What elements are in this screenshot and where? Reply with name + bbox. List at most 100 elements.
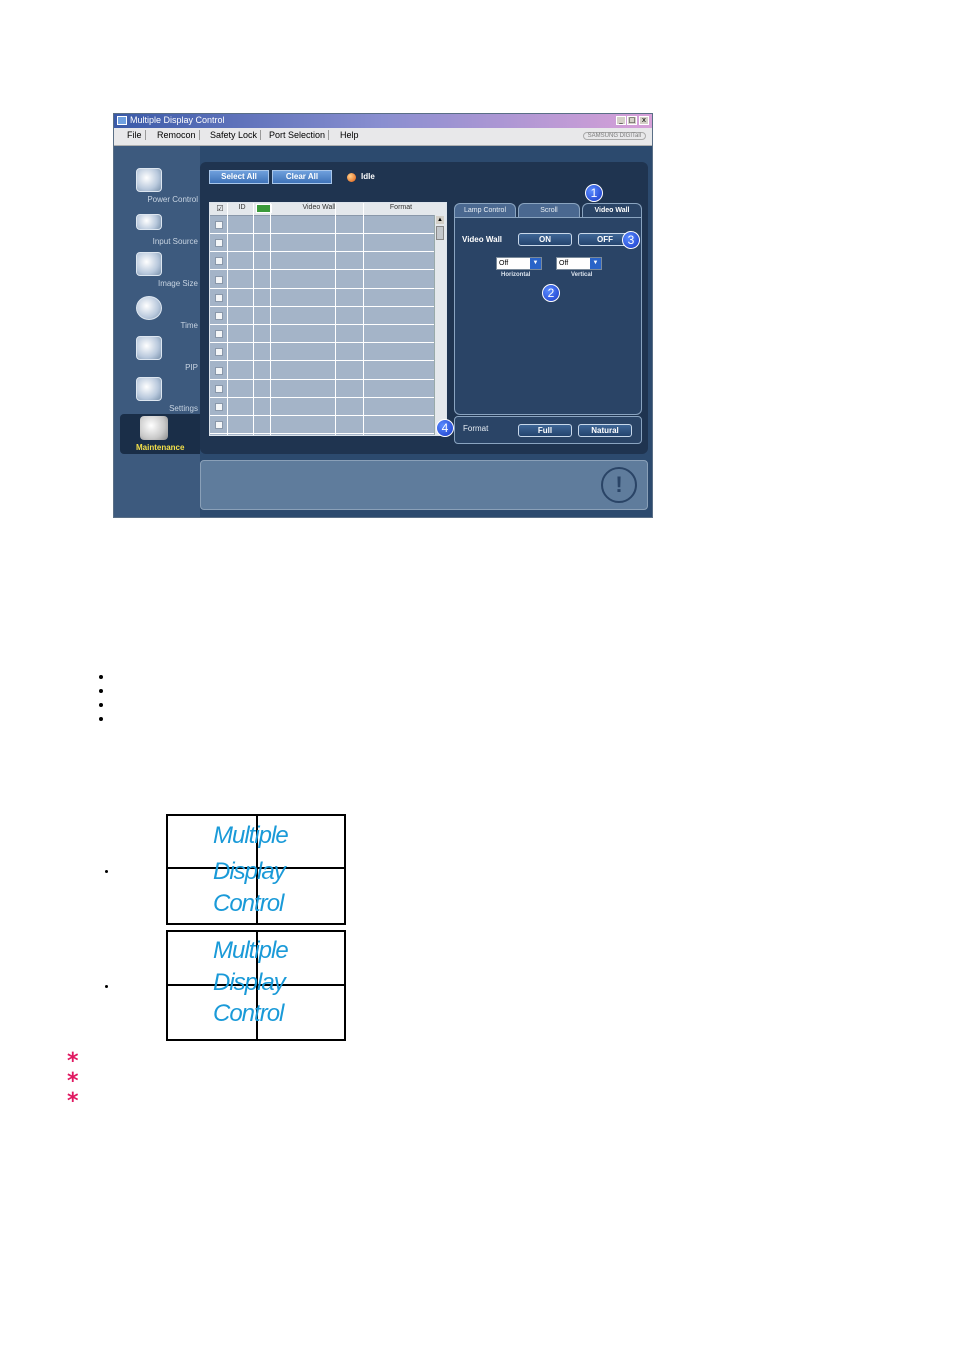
illustration-text: Display	[213, 969, 286, 996]
table-row[interactable]	[210, 252, 434, 271]
table-row[interactable]	[210, 362, 434, 380]
table-row[interactable]	[210, 271, 434, 289]
select-all-checkbox-header[interactable]: ☑	[214, 204, 226, 213]
vertical-label: Vertical	[571, 272, 593, 278]
sidebar-item-maintenance[interactable]: Maintenance	[120, 414, 200, 454]
table-row[interactable]	[210, 380, 434, 398]
format-full-button[interactable]: Full	[518, 424, 572, 437]
bullet-point	[99, 675, 103, 679]
vertical-select-value: Off	[559, 260, 569, 267]
vertical-select[interactable]: Off ▼	[556, 257, 602, 270]
sidebar-item-label: Power Control	[147, 195, 198, 204]
sidebar-item-label: Input Source	[152, 237, 198, 246]
status-text: Idle	[361, 172, 375, 181]
row-checkbox[interactable]	[215, 403, 223, 411]
sidebar-item-pip[interactable]: PIP	[120, 336, 198, 372]
table-row[interactable]	[210, 307, 434, 325]
menu-remocon[interactable]: Remocon	[154, 130, 200, 140]
sidebar-item-power-control[interactable]: Power Control	[120, 168, 198, 204]
title-bar: Multiple Display Control _ □ x	[114, 114, 652, 128]
table-row[interactable]	[210, 343, 434, 362]
table-row[interactable]	[210, 416, 434, 435]
sidebar-item-input-source[interactable]: Input Source	[120, 212, 198, 246]
bullet-point	[105, 870, 108, 873]
video-wall-full-illustration: Multiple Display Control	[166, 814, 346, 925]
format-label: Format	[463, 424, 489, 433]
note-star-icon: *	[67, 1089, 79, 1114]
status-indicator-icon	[347, 173, 356, 182]
clock-icon	[136, 296, 162, 320]
video-wall-panel	[454, 217, 642, 415]
bullet-point	[99, 717, 103, 721]
close-button[interactable]: x	[639, 116, 649, 125]
app-window: Multiple Display Control _ □ x File Remo…	[113, 113, 653, 518]
row-checkbox[interactable]	[215, 330, 223, 339]
row-checkbox[interactable]	[215, 221, 223, 229]
illustration-text: Multiple	[213, 937, 289, 964]
row-checkbox[interactable]	[215, 348, 223, 357]
grid-divider	[227, 203, 228, 435]
sidebar: Power Control Input Source Image Size Ti…	[114, 146, 200, 517]
format-natural-button[interactable]: Natural	[578, 424, 632, 437]
column-video-wall: Video Wall	[302, 204, 336, 211]
sidebar-item-image-size[interactable]: Image Size	[120, 252, 198, 288]
select-all-button[interactable]: Select All	[209, 170, 269, 184]
horizontal-select[interactable]: Off ▼	[496, 257, 542, 270]
table-row[interactable]	[210, 398, 434, 416]
sidebar-item-label: Time	[180, 321, 198, 330]
settings-icon	[136, 377, 162, 401]
grid-divider	[335, 203, 336, 435]
pip-icon	[136, 336, 162, 360]
row-checkbox[interactable]	[215, 257, 223, 266]
table-row[interactable]	[210, 216, 434, 234]
image-size-icon	[136, 252, 162, 276]
column-id: ID	[238, 204, 246, 211]
bullet-point	[105, 985, 108, 988]
tab-video-wall[interactable]: Video Wall	[582, 203, 642, 217]
bullet-point	[99, 703, 103, 707]
menu-bar: File Remocon Safety Lock Port Selection …	[114, 128, 652, 146]
scroll-thumb[interactable]	[436, 226, 444, 240]
menu-help[interactable]: Help	[337, 130, 362, 140]
sidebar-item-label: Maintenance	[136, 443, 185, 452]
maintenance-icon	[140, 416, 168, 440]
input-source-icon	[136, 214, 162, 230]
sidebar-item-settings[interactable]: Settings	[120, 377, 198, 413]
sidebar-item-label: Image Size	[157, 279, 198, 288]
row-checkbox[interactable]	[215, 366, 223, 375]
row-checkbox[interactable]	[215, 384, 223, 393]
callout-4: 4	[436, 419, 454, 437]
chevron-down-icon: ▼	[590, 258, 601, 269]
callout-1: 1	[585, 184, 603, 202]
menu-safety-lock[interactable]: Safety Lock	[207, 130, 262, 140]
row-checkbox[interactable]	[215, 275, 223, 284]
table-row[interactable]	[210, 289, 434, 307]
horizontal-select-value: Off	[499, 260, 509, 267]
clear-all-button[interactable]: Clear All	[272, 170, 332, 184]
grid-divider	[363, 203, 364, 435]
callout-2: 2	[542, 284, 560, 302]
sidebar-item-time[interactable]: Time	[120, 296, 198, 330]
row-checkbox[interactable]	[215, 312, 223, 320]
minimize-button[interactable]: _	[616, 116, 626, 125]
maximize-button[interactable]: □	[627, 116, 637, 125]
display-grid: ☑ ID Video Wall Format ▲	[209, 202, 447, 436]
video-wall-on-button[interactable]: ON	[518, 233, 572, 246]
row-checkbox[interactable]	[215, 421, 223, 430]
table-row[interactable]	[210, 325, 434, 344]
window-title: Multiple Display Control	[130, 115, 225, 125]
scroll-up-icon[interactable]: ▲	[436, 216, 444, 224]
sidebar-item-label: Settings	[169, 404, 198, 413]
table-row[interactable]	[210, 234, 434, 253]
row-checkbox[interactable]	[215, 293, 223, 302]
video-wall-natural-illustration: Multiple Display Control	[166, 930, 346, 1041]
chevron-down-icon: ▼	[530, 258, 541, 269]
illustration-text: Control	[213, 1000, 284, 1027]
tab-lamp-control[interactable]: Lamp Control	[454, 203, 516, 217]
app-icon	[117, 116, 127, 125]
row-checkbox[interactable]	[215, 239, 223, 248]
menu-file[interactable]: File	[124, 130, 146, 140]
grid-scrollbar[interactable]: ▲	[434, 215, 446, 435]
menu-port-selection[interactable]: Port Selection	[266, 130, 330, 140]
tab-scroll[interactable]: Scroll	[518, 203, 580, 217]
